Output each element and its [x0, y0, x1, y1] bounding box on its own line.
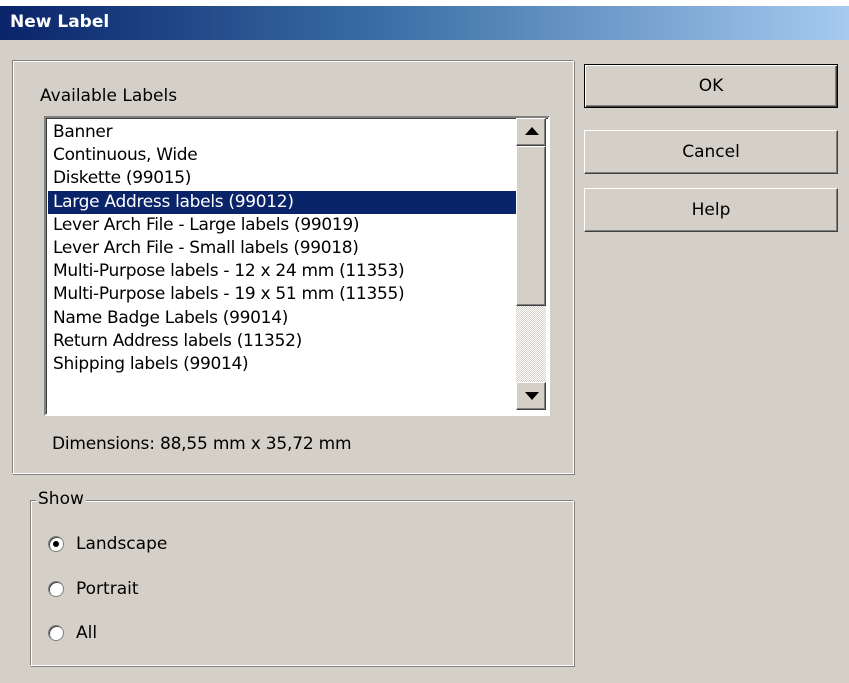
scroll-up-arrow-icon [525, 127, 539, 135]
list-item[interactable]: Name Badge Labels (99014) [48, 307, 516, 330]
radio-label-landscape: Landscape [76, 534, 168, 554]
list-item[interactable]: Continuous, Wide [48, 144, 516, 167]
cancel-button[interactable]: Cancel [584, 130, 838, 174]
list-item[interactable]: Return Address labels (11352) [48, 330, 516, 353]
radio-button[interactable] [48, 625, 64, 641]
list-item[interactable]: Banner [48, 121, 516, 144]
list-item[interactable]: Multi-Purpose labels - 12 x 24 mm (11353… [48, 260, 516, 283]
scroll-down-arrow-icon [525, 392, 539, 400]
radio-button[interactable] [48, 581, 64, 597]
radio-label-all: All [76, 623, 98, 643]
labels-listbox[interactable]: Banner Continuous, Wide Diskette (99015)… [44, 116, 550, 416]
available-labels-caption: Available Labels [40, 86, 178, 106]
dialog-title: New Label [10, 12, 110, 32]
list-item-selected[interactable]: Large Address labels (99012) [48, 190, 516, 214]
list-item[interactable]: Diskette (99015) [48, 167, 516, 190]
new-label-dialog: New Label Available Labels Banner Contin… [0, 0, 849, 683]
scrollbar-thumb[interactable] [516, 146, 546, 306]
ok-button[interactable]: OK [584, 64, 838, 108]
radio-portrait[interactable]: Portrait [48, 578, 139, 600]
labels-list-items: Banner Continuous, Wide Diskette (99015)… [48, 121, 516, 376]
list-item[interactable]: Lever Arch File - Small labels (99018) [48, 237, 516, 260]
radio-landscape[interactable]: Landscape [48, 533, 167, 555]
radio-all[interactable]: All [48, 622, 97, 644]
radio-selected-dot [53, 541, 59, 547]
radio-label-portrait: Portrait [76, 579, 139, 599]
show-group-caption: Show [36, 489, 86, 509]
title-bar[interactable]: New Label [0, 6, 849, 40]
list-item[interactable]: Multi-Purpose labels - 19 x 51 mm (11355… [48, 283, 516, 306]
dimensions-text: Dimensions: 88,55 mm x 35,72 mm [52, 434, 352, 454]
list-item[interactable]: Lever Arch File - Large labels (99019) [48, 214, 516, 237]
vertical-scrollbar[interactable] [516, 118, 546, 410]
help-button[interactable]: Help [584, 188, 838, 232]
radio-button[interactable] [48, 536, 64, 552]
list-item[interactable]: Shipping labels (99014) [48, 353, 516, 376]
scroll-up-button[interactable] [516, 118, 546, 146]
scroll-down-button[interactable] [516, 382, 546, 410]
